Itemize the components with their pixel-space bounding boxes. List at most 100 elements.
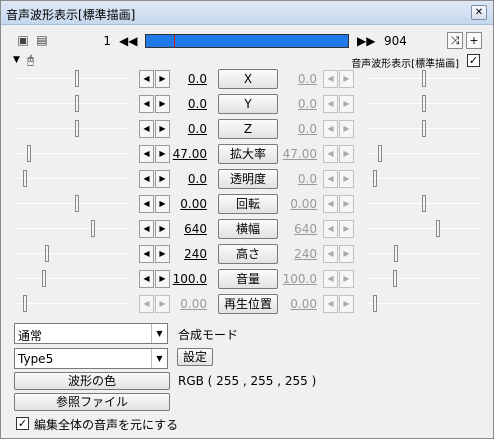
end-slider-thumb[interactable] (373, 170, 377, 187)
decrement-button[interactable]: ◀ (139, 195, 154, 213)
increment-button[interactable]: ▶ (339, 120, 354, 138)
start-slider-track[interactable] (16, 228, 129, 229)
end-value[interactable]: 0.0 (273, 122, 317, 136)
end-slider-track[interactable] (366, 253, 479, 254)
increment-button[interactable]: ▶ (339, 170, 354, 188)
decrement-button[interactable]: ◀ (139, 95, 154, 113)
decrement-button[interactable]: ◀ (139, 295, 154, 313)
decrement-button[interactable]: ◀ (139, 270, 154, 288)
end-slider-thumb[interactable] (422, 95, 426, 112)
start-slider-thumb[interactable] (27, 145, 31, 162)
end-slider-thumb[interactable] (422, 120, 426, 137)
start-value[interactable]: 0.0 (163, 72, 207, 86)
end-value[interactable]: 47.00 (273, 147, 317, 161)
whole-edit-checkbox[interactable]: ✓ (16, 417, 29, 430)
end-value[interactable]: 0.0 (273, 97, 317, 111)
next-frame-button[interactable]: ▶▶ (357, 32, 375, 50)
increment-button[interactable]: ▶ (339, 145, 354, 163)
increment-button[interactable]: ▶ (339, 295, 354, 313)
start-slider-track[interactable] (16, 153, 129, 154)
start-slider-thumb[interactable] (75, 95, 79, 112)
start-slider-thumb[interactable] (23, 170, 27, 187)
end-value[interactable]: 240 (273, 247, 317, 261)
param-button[interactable]: 横幅 (218, 219, 278, 239)
decrement-button[interactable]: ◀ (323, 245, 338, 263)
end-slider-thumb[interactable] (422, 195, 426, 212)
start-slider-track[interactable] (16, 78, 129, 79)
end-slider-thumb[interactable] (393, 270, 397, 287)
start-value[interactable]: 0.0 (163, 97, 207, 111)
scene-icon[interactable]: ▣ (15, 33, 31, 48)
start-slider-track[interactable] (16, 278, 129, 279)
title-bar[interactable]: 音声波形表示[標準描画] ✕ (1, 1, 493, 25)
start-value[interactable]: 100.0 (163, 272, 207, 286)
decrement-button[interactable]: ◀ (139, 220, 154, 238)
decrement-button[interactable]: ◀ (323, 70, 338, 88)
decrement-button[interactable]: ◀ (323, 145, 338, 163)
settings-button[interactable]: 設定 (177, 348, 213, 366)
param-button[interactable]: 音量 (218, 269, 278, 289)
increment-button[interactable]: ▶ (339, 195, 354, 213)
end-value[interactable]: 100.0 (273, 272, 317, 286)
start-slider-track[interactable] (16, 203, 129, 204)
param-button[interactable]: 高さ (218, 244, 278, 264)
decrement-button[interactable]: ◀ (139, 170, 154, 188)
start-value[interactable]: 0.0 (163, 122, 207, 136)
start-slider-thumb[interactable] (42, 270, 46, 287)
start-value[interactable]: 47.00 (163, 147, 207, 161)
start-slider-track[interactable] (16, 103, 129, 104)
increment-button[interactable]: ▶ (339, 95, 354, 113)
decrement-button[interactable]: ◀ (139, 145, 154, 163)
start-value[interactable]: 0.00 (163, 297, 207, 311)
decrement-button[interactable]: ◀ (323, 95, 338, 113)
decrement-button[interactable]: ◀ (139, 245, 154, 263)
start-value[interactable]: 640 (163, 222, 207, 236)
start-slider-thumb[interactable] (75, 195, 79, 212)
add-filter-button[interactable]: + (466, 32, 482, 49)
param-button[interactable]: 透明度 (218, 169, 278, 189)
decrement-button[interactable]: ◀ (323, 195, 338, 213)
start-slider-thumb[interactable] (45, 245, 49, 262)
blend-mode-select[interactable]: 通常 ▼ (14, 323, 168, 344)
end-slider-thumb[interactable] (422, 70, 426, 87)
timeline-bar[interactable] (145, 34, 349, 48)
param-button[interactable]: Z (218, 119, 278, 139)
end-slider-track[interactable] (366, 278, 479, 279)
end-slider-thumb[interactable] (394, 245, 398, 262)
start-slider-thumb[interactable] (91, 220, 95, 237)
end-value[interactable]: 0.00 (273, 297, 317, 311)
decrement-button[interactable]: ◀ (323, 220, 338, 238)
decrement-button[interactable]: ◀ (323, 170, 338, 188)
start-slider-thumb[interactable] (23, 295, 27, 312)
start-slider-track[interactable] (16, 178, 129, 179)
chevron-down-icon[interactable]: ▼ (151, 324, 167, 343)
start-slider-track[interactable] (16, 303, 129, 304)
decrement-button[interactable]: ◀ (323, 295, 338, 313)
param-button[interactable]: 回転 (218, 194, 278, 214)
wave-type-select[interactable]: Type5 ▼ (14, 348, 168, 369)
end-slider-track[interactable] (366, 153, 479, 154)
decrement-button[interactable]: ◀ (323, 120, 338, 138)
start-value[interactable]: 0.0 (163, 172, 207, 186)
chevron-down-icon[interactable]: ▼ (151, 349, 167, 368)
prev-frame-button[interactable]: ◀◀ (119, 32, 137, 50)
increment-button[interactable]: ▶ (339, 245, 354, 263)
decrement-button[interactable]: ◀ (139, 70, 154, 88)
decrement-button[interactable]: ◀ (139, 120, 154, 138)
end-slider-track[interactable] (366, 228, 479, 229)
collapse-icon[interactable]: ▼ (13, 55, 20, 65)
close-button[interactable]: ✕ (471, 5, 487, 20)
increment-button[interactable]: ▶ (339, 270, 354, 288)
start-slider-track[interactable] (16, 128, 129, 129)
param-button[interactable]: 再生位置 (218, 294, 278, 314)
start-value[interactable]: 240 (163, 247, 207, 261)
object-enable-checkbox[interactable]: ✓ (467, 54, 480, 67)
start-slider-track[interactable] (16, 253, 129, 254)
end-slider-thumb[interactable] (373, 295, 377, 312)
end-slider-track[interactable] (366, 178, 479, 179)
decrement-button[interactable]: ◀ (323, 270, 338, 288)
wave-color-button[interactable]: 波形の色 (14, 372, 170, 390)
start-slider-thumb[interactable] (75, 70, 79, 87)
start-slider-thumb[interactable] (75, 120, 79, 137)
end-slider-track[interactable] (366, 303, 479, 304)
